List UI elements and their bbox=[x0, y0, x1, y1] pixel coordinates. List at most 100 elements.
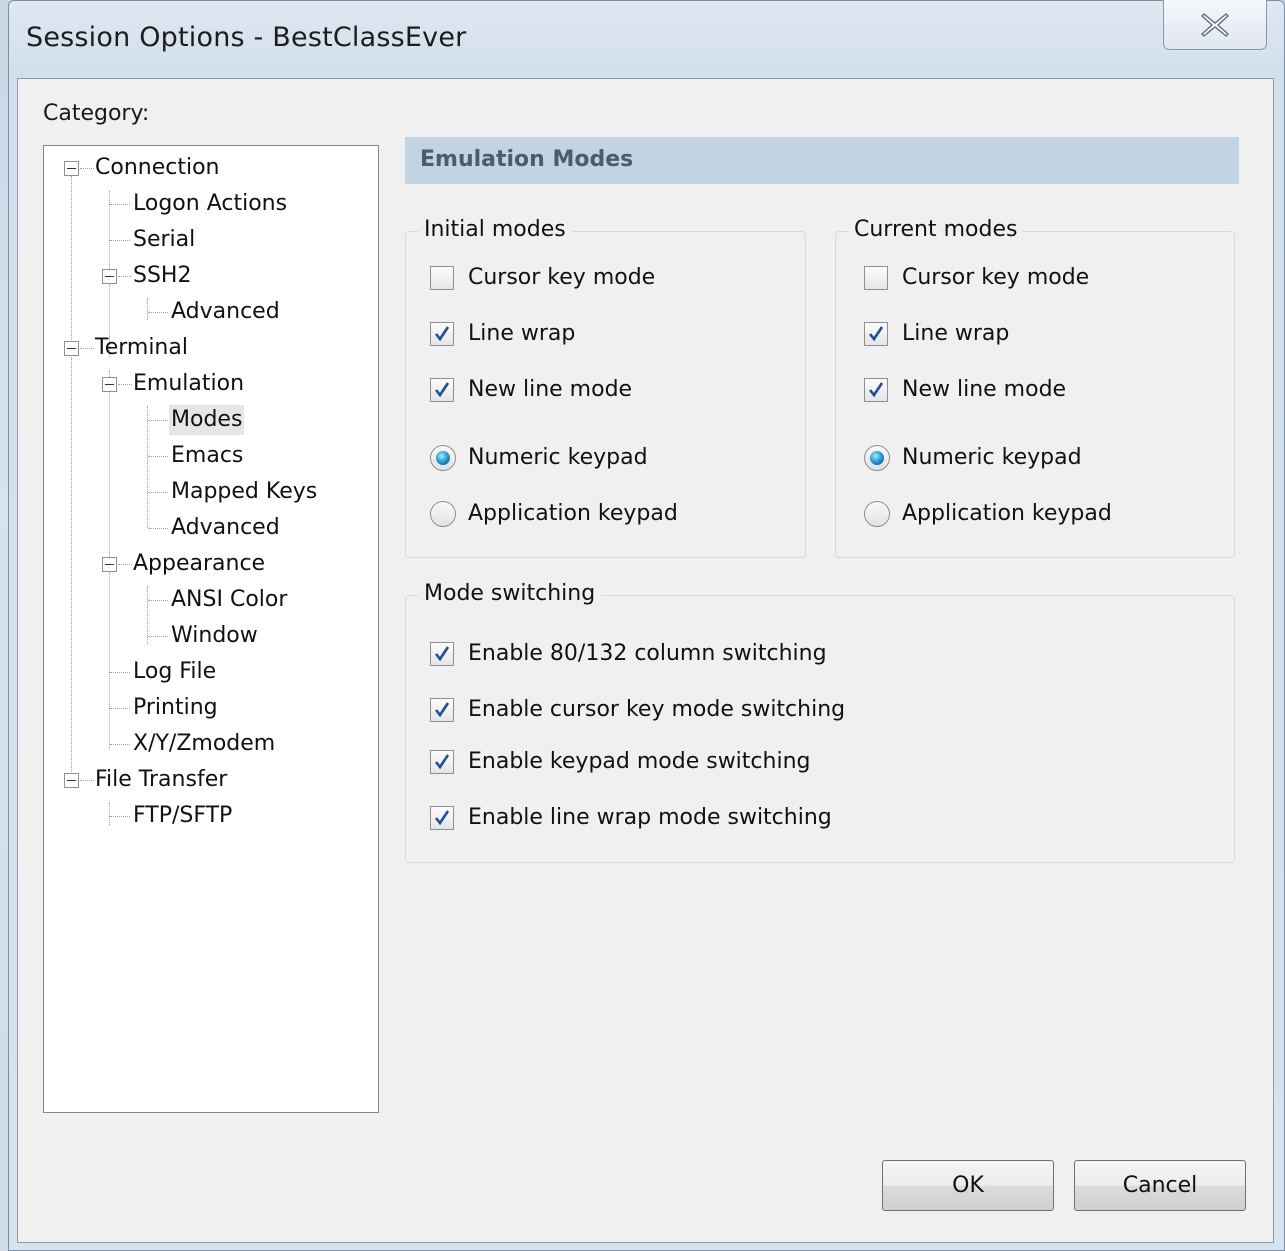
collapse-file-transfer-icon[interactable] bbox=[64, 773, 79, 788]
tree-line bbox=[110, 744, 130, 745]
tree-line bbox=[110, 708, 130, 709]
initial-modes-group: Initial modes Cursor key mode Line wrap … bbox=[405, 215, 806, 558]
tree-item-appearance[interactable]: Appearance bbox=[133, 549, 265, 579]
checkbox-box[interactable] bbox=[430, 698, 454, 722]
check-icon bbox=[868, 382, 884, 398]
tree-line bbox=[80, 348, 94, 349]
tree-item-emulation-advanced[interactable]: Advanced bbox=[171, 513, 280, 543]
radio-button[interactable] bbox=[864, 501, 890, 527]
tree-item-ssh2-advanced[interactable]: Advanced bbox=[171, 297, 280, 327]
tree-line bbox=[110, 204, 130, 205]
tree-line bbox=[118, 276, 132, 277]
check-icon bbox=[434, 646, 450, 662]
tree-line bbox=[148, 600, 168, 601]
tree-line bbox=[110, 672, 130, 673]
checkbox-label: Enable line wrap mode switching bbox=[468, 805, 832, 830]
tree-line bbox=[110, 240, 130, 241]
check-icon bbox=[434, 810, 450, 826]
radio-button[interactable] bbox=[430, 445, 456, 471]
checkbox-box[interactable] bbox=[864, 378, 888, 402]
category-tree[interactable]: Connection Logon Actions Serial SSH2 Adv… bbox=[43, 145, 379, 1113]
tree-item-logon-actions[interactable]: Logon Actions bbox=[133, 189, 287, 219]
tree-item-connection[interactable]: Connection bbox=[95, 153, 219, 183]
window-title: Session Options - BestClassEver bbox=[26, 22, 467, 53]
initial-modes-title: Initial modes bbox=[418, 215, 572, 245]
check-icon bbox=[434, 382, 450, 398]
tree-item-xyzmodem[interactable]: X/Y/Zmodem bbox=[133, 729, 275, 759]
dialog-body: Category: Connection Logon Actions Seria… bbox=[17, 78, 1274, 1243]
tree-line bbox=[118, 384, 132, 385]
tree-line bbox=[109, 803, 110, 825]
close-icon bbox=[1201, 12, 1229, 37]
checkbox-box[interactable] bbox=[430, 642, 454, 666]
tree-item-terminal[interactable]: Terminal bbox=[95, 333, 188, 363]
collapse-appearance-icon[interactable] bbox=[102, 557, 117, 572]
mode-switching-group: Mode switching Enable 80/132 column swit… bbox=[405, 579, 1235, 863]
mode-switching-title: Mode switching bbox=[418, 579, 602, 609]
current-modes-title: Current modes bbox=[848, 215, 1024, 245]
panel-header: Emulation Modes bbox=[405, 137, 1239, 184]
check-icon bbox=[434, 326, 450, 342]
collapse-emulation-icon[interactable] bbox=[102, 377, 117, 392]
tree-line bbox=[148, 420, 168, 421]
checkbox-label: Line wrap bbox=[902, 321, 1010, 346]
category-label: Category: bbox=[43, 101, 150, 126]
checkbox-label: Enable 80/132 column switching bbox=[468, 641, 827, 666]
check-icon bbox=[434, 702, 450, 718]
checkbox-label: Cursor key mode bbox=[468, 265, 656, 290]
tree-line bbox=[80, 168, 94, 169]
check-icon bbox=[868, 326, 884, 342]
collapse-terminal-icon[interactable] bbox=[64, 341, 79, 356]
cancel-button[interactable]: Cancel bbox=[1074, 1160, 1246, 1211]
check-icon bbox=[434, 754, 450, 770]
tree-line bbox=[71, 176, 72, 788]
tree-item-serial[interactable]: Serial bbox=[133, 225, 195, 255]
checkbox-label: Enable cursor key mode switching bbox=[468, 697, 846, 722]
tree-item-ftp-sftp[interactable]: FTP/SFTP bbox=[133, 801, 232, 831]
checkbox-box[interactable] bbox=[430, 378, 454, 402]
tree-item-window[interactable]: Window bbox=[171, 621, 258, 651]
tree-line bbox=[147, 298, 148, 320]
tree-item-modes[interactable]: Modes bbox=[169, 405, 245, 435]
tree-line bbox=[148, 528, 168, 529]
tree-item-printing[interactable]: Printing bbox=[133, 693, 218, 723]
tree-line bbox=[148, 312, 168, 313]
tree-item-log-file[interactable]: Log File bbox=[133, 657, 216, 687]
checkbox-box[interactable] bbox=[864, 322, 888, 346]
tree-line bbox=[148, 636, 168, 637]
panel-title: Emulation Modes bbox=[420, 147, 634, 172]
checkbox-label: Cursor key mode bbox=[902, 265, 1090, 290]
tree-item-emacs[interactable]: Emacs bbox=[171, 441, 243, 471]
checkbox-label: New line mode bbox=[902, 377, 1067, 402]
checkbox-box[interactable] bbox=[430, 266, 454, 290]
collapse-connection-icon[interactable] bbox=[64, 161, 79, 176]
checkbox-label: Enable keypad mode switching bbox=[468, 749, 811, 774]
title-bar[interactable]: Session Options - BestClassEver bbox=[8, 0, 1285, 78]
tree-line bbox=[148, 492, 168, 493]
tree-item-ansi-color[interactable]: ANSI Color bbox=[171, 585, 287, 615]
radio-label: Application keypad bbox=[902, 501, 1112, 526]
checkbox-box[interactable] bbox=[864, 266, 888, 290]
checkbox-label: New line mode bbox=[468, 377, 633, 402]
tree-item-ssh2[interactable]: SSH2 bbox=[133, 261, 191, 291]
collapse-ssh2-icon[interactable] bbox=[102, 269, 117, 284]
radio-button[interactable] bbox=[864, 445, 890, 471]
tree-item-emulation[interactable]: Emulation bbox=[133, 369, 244, 399]
tree-line bbox=[118, 564, 132, 565]
tree-line bbox=[80, 780, 94, 781]
close-button[interactable] bbox=[1163, 0, 1267, 50]
tree-line bbox=[148, 456, 168, 457]
checkbox-box[interactable] bbox=[430, 806, 454, 830]
radio-label: Application keypad bbox=[468, 501, 678, 526]
checkbox-label: Line wrap bbox=[468, 321, 576, 346]
ok-button[interactable]: OK bbox=[882, 1160, 1054, 1211]
tree-item-mapped-keys[interactable]: Mapped Keys bbox=[171, 477, 317, 507]
tree-line bbox=[110, 816, 130, 817]
radio-button[interactable] bbox=[430, 501, 456, 527]
tree-line bbox=[147, 406, 148, 528]
checkbox-box[interactable] bbox=[430, 750, 454, 774]
checkbox-box[interactable] bbox=[430, 322, 454, 346]
radio-label: Numeric keypad bbox=[468, 445, 648, 470]
current-modes-group: Current modes Cursor key mode Line wrap … bbox=[835, 215, 1235, 558]
tree-item-file-transfer[interactable]: File Transfer bbox=[95, 765, 227, 795]
